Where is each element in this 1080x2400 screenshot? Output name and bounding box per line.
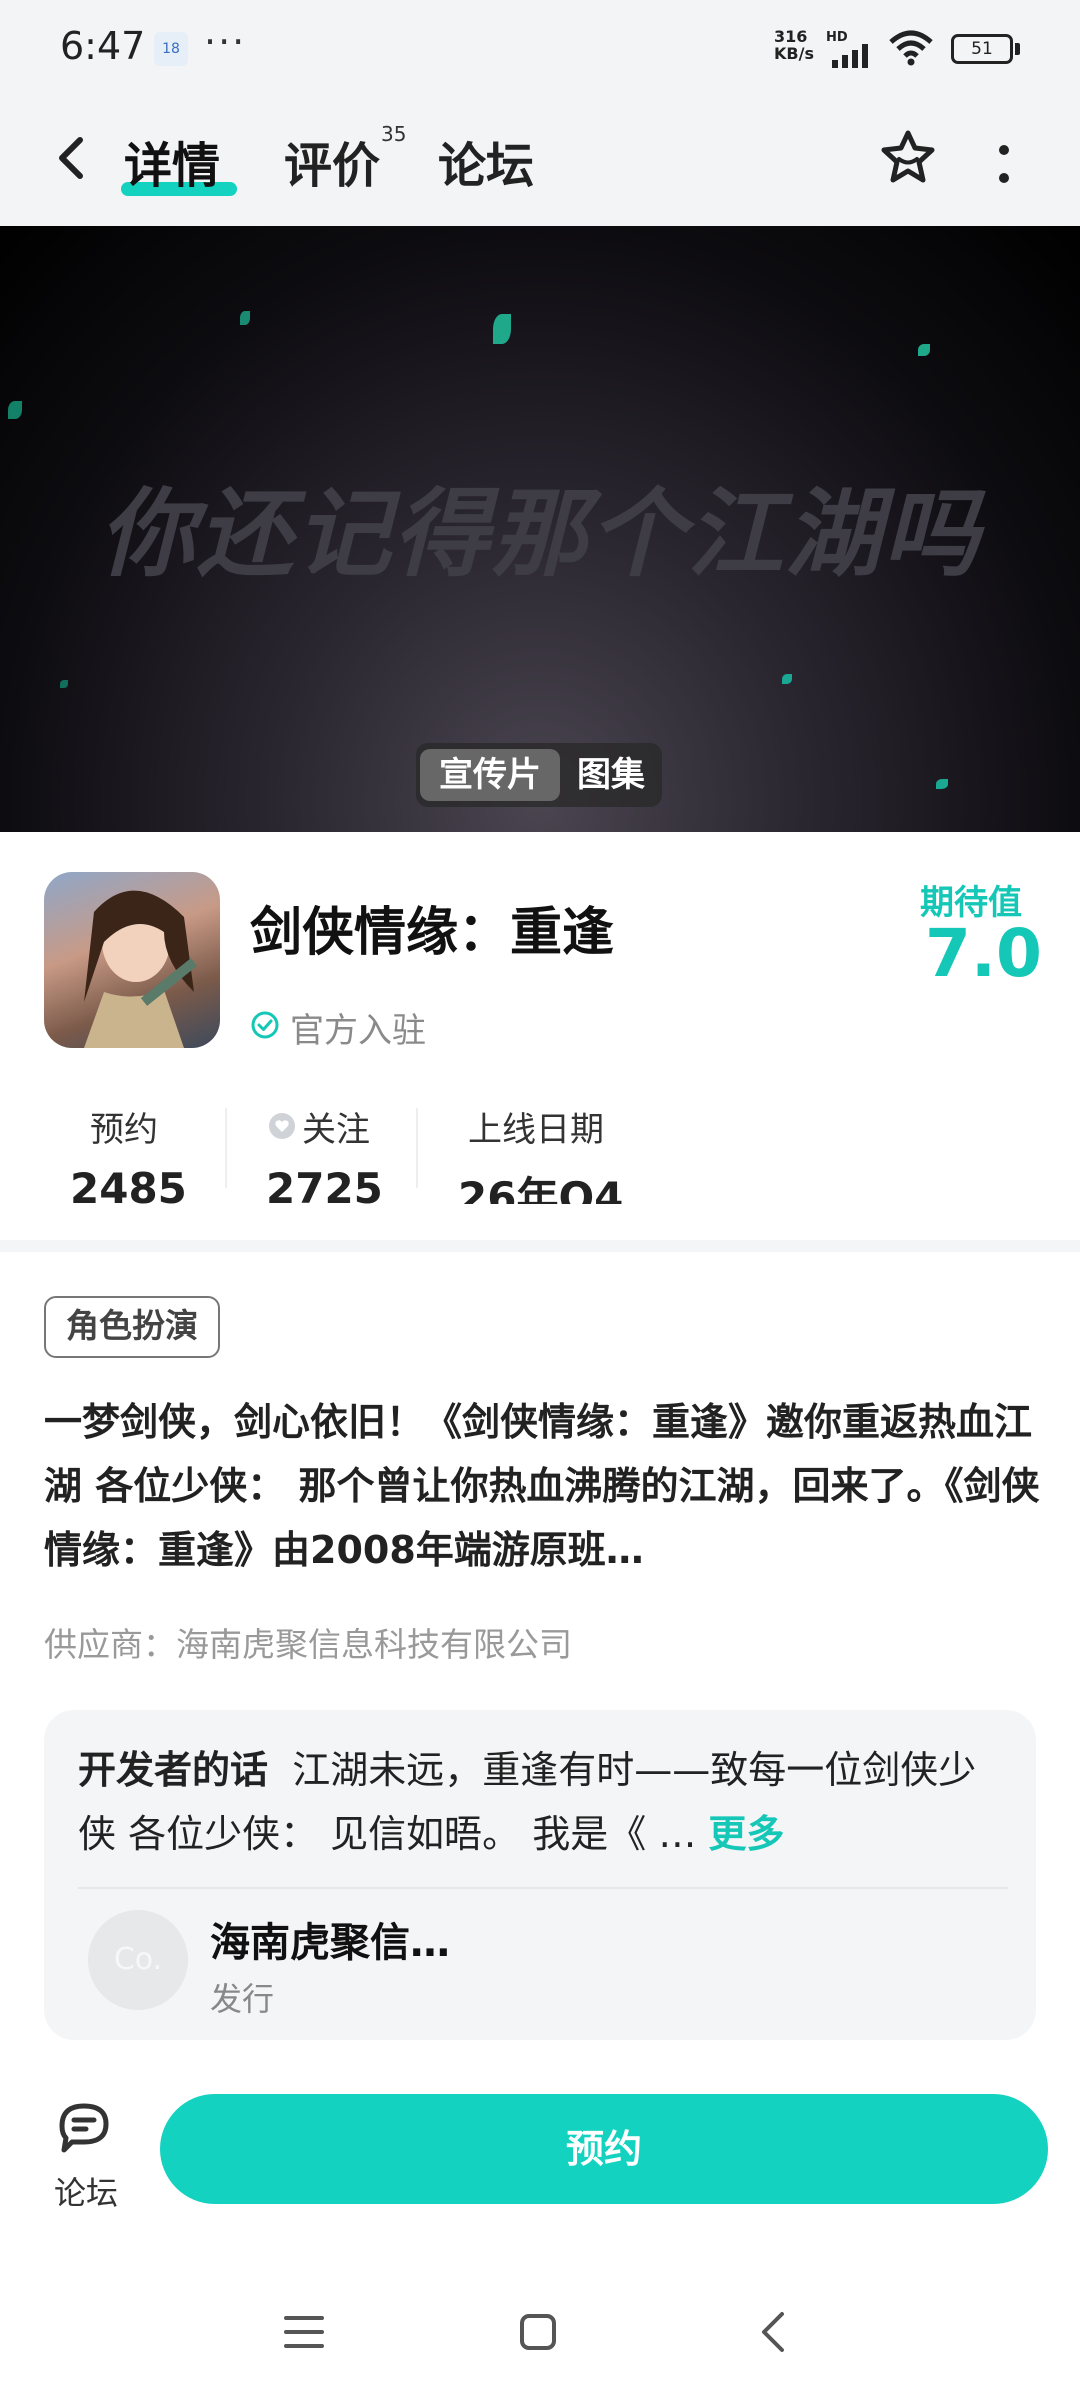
signal-icon [832, 44, 868, 68]
forum-label[interactable]: 论坛 [54, 2168, 118, 2214]
system-back-icon[interactable] [758, 2310, 788, 2354]
section-divider [0, 1240, 1080, 1252]
leaf-particle [60, 680, 68, 688]
recent-apps-icon[interactable] [284, 2314, 324, 2350]
stat-follows-label: 关注 [302, 1110, 370, 1150]
tab-details[interactable]: 详情 [124, 126, 220, 196]
hd-indicator: HD [826, 30, 848, 45]
more-link[interactable]: 更多 [708, 1812, 784, 1856]
stat-reservations-value: 2485 [70, 1164, 187, 1204]
leaf-particle [936, 779, 948, 789]
home-icon[interactable] [520, 2314, 556, 2350]
publisher-name[interactable]: 海南虎聚信… [210, 1910, 450, 1968]
developer-message: 开发者的话 江湖未远，重逢有时——致每一位剑侠少侠 各位少侠： 见信如晤。 我是… [78, 1738, 1008, 1866]
wifi-icon [889, 30, 933, 66]
media-toggle: 宣传片 图集 [416, 743, 662, 807]
developer-message-heading: 开发者的话 [78, 1748, 269, 1792]
network-speed-unit: KB/s [774, 44, 814, 63]
status-time: 6:47 [60, 24, 146, 68]
tab-forum[interactable]: 论坛 [438, 126, 534, 196]
stat-launch-label: 上线日期 [468, 1110, 604, 1150]
star-badge-icon[interactable] [878, 128, 938, 188]
stat-reservations-label: 预约 [90, 1110, 158, 1150]
follow-heart-icon [269, 1113, 295, 1139]
app-icon [44, 872, 220, 1048]
leaf-particle [493, 314, 511, 344]
provider-info: 供应商：海南虎聚信息科技有限公司 [44, 1625, 572, 1664]
network-speed: 316 KB/s [774, 28, 814, 62]
reserve-button[interactable]: 预约 [160, 2094, 1048, 2204]
status-bar: 6:47 18 ··· 316 KB/s HD 51 [0, 0, 1080, 100]
leaf-particle [918, 344, 930, 356]
stat-divider [225, 1108, 227, 1188]
battery-icon: 51 [951, 34, 1013, 64]
leaf-particle [782, 674, 792, 684]
battery-tip [1015, 43, 1020, 55]
trailer-banner[interactable]: 你还记得那个江湖吗 宣传片 图集 [0, 226, 1080, 832]
publisher-role: 发行 [210, 1980, 275, 2018]
top-nav: 详情 评价 35 论坛 [0, 100, 1080, 226]
official-label: 官方入驻 [290, 1011, 426, 1051]
developer-card[interactable]: 开发者的话 江湖未远，重逢有时——致每一位剑侠少侠 各位少侠： 见信如晤。 我是… [44, 1710, 1036, 2040]
more-notifications-icon: ··· [204, 20, 247, 64]
genre-tag[interactable]: 角色扮演 [44, 1296, 220, 1358]
banner-slogan: 你还记得那个江湖吗 [99, 477, 981, 590]
tab-gallery[interactable]: 图集 [564, 749, 658, 801]
publisher-avatar[interactable]: Co. [88, 1910, 188, 2010]
tab-reviews[interactable]: 评价 [284, 126, 380, 196]
card-divider [78, 1887, 1008, 1889]
leaf-particle [240, 311, 250, 325]
reviews-count: 35 [381, 122, 407, 146]
verified-check-icon [251, 1011, 279, 1039]
stat-launch-value: 26年Q4 [458, 1173, 624, 1204]
forum-chat-icon[interactable] [54, 2100, 118, 2156]
app-icon-art [84, 890, 198, 1048]
stat-follows-value: 2725 [266, 1164, 383, 1204]
app-title: 剑侠情缘：重逢 [250, 903, 615, 963]
game-description[interactable]: 一梦剑侠，剑心依旧！《剑侠情缘：重逢》邀你重返热血江湖 各位少侠： 那个曾让你热… [44, 1390, 1044, 1582]
more-vertical-icon[interactable] [994, 142, 1014, 188]
leaf-particle [8, 401, 22, 419]
tab-trailer[interactable]: 宣传片 [420, 749, 560, 801]
network-speed-value: 316 [774, 27, 808, 46]
notification-badge-icon: 18 [154, 32, 188, 66]
expectation-value: 7.0 [925, 915, 1042, 992]
back-icon[interactable] [48, 128, 98, 188]
stat-divider [416, 1108, 418, 1188]
